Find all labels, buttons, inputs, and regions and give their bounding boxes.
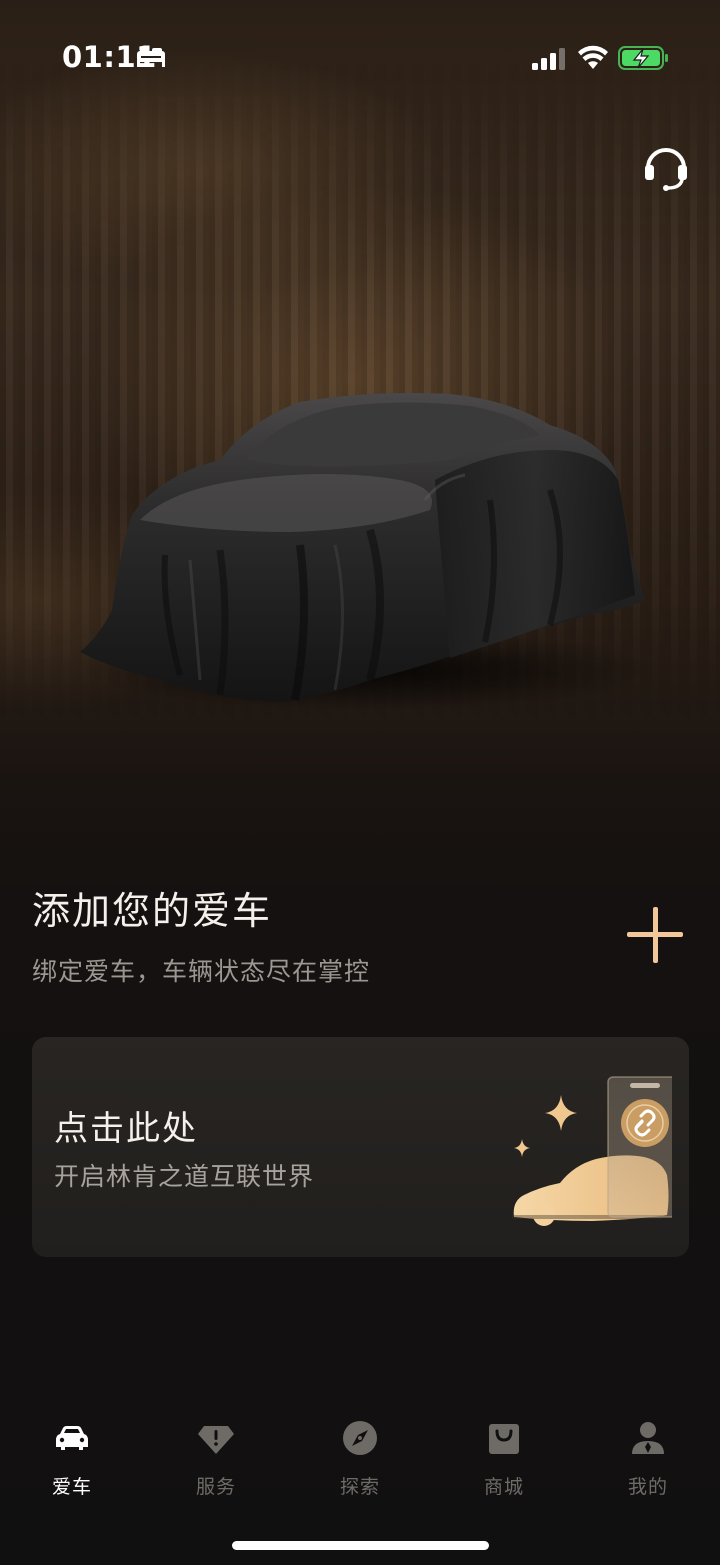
add-car-plus-icon[interactable] (622, 902, 688, 968)
car-icon (56, 1426, 88, 1450)
card-title: 点击此处 (54, 1109, 198, 1149)
add-car-subtitle: 绑定爱车，车辆状态尽在掌控 (32, 957, 371, 986)
tab-my-car[interactable]: 爱车 (22, 1410, 122, 1500)
tab-service[interactable]: 服务 (166, 1410, 266, 1500)
battery-charging-icon (618, 46, 668, 70)
bottom-tab-bar: 爱车 服务 探索 商城 我的 (0, 1410, 720, 1510)
add-car-title: 添加您的爱车 (32, 889, 273, 933)
tab-label: 服务 (195, 1476, 236, 1498)
app-screen: 01:11 添加您的爱车 绑定爱车，车辆状态尽在掌控 点击此处 开启林肯之道互联… (0, 0, 720, 1565)
headset-icon[interactable] (640, 140, 692, 192)
tab-mall[interactable]: 商城 (454, 1410, 554, 1500)
card-subtitle: 开启林肯之道互联世界 (54, 1162, 315, 1191)
tab-profile[interactable]: 我的 (598, 1410, 698, 1500)
compass-icon (343, 1421, 377, 1455)
connect-world-card[interactable]: 点击此处 开启林肯之道互联世界 (32, 1037, 689, 1257)
person-icon (632, 1422, 664, 1454)
tab-label: 探索 (339, 1476, 380, 1498)
wifi-icon (578, 45, 608, 69)
plus-vertical-bar (653, 907, 658, 963)
tab-label: 我的 (627, 1476, 668, 1498)
status-bar: 01:11 (0, 0, 720, 110)
covered-car-image (80, 393, 660, 710)
car-link-illustration (512, 1076, 672, 1226)
tab-explore[interactable]: 探索 (310, 1410, 410, 1500)
home-indicator[interactable] (232, 1541, 489, 1550)
cellular-signal-icon (532, 48, 565, 70)
sleep-focus-icon (137, 48, 165, 67)
diamond-icon (198, 1426, 234, 1454)
tab-label: 商城 (483, 1476, 524, 1498)
tab-label: 爱车 (51, 1476, 92, 1498)
shopping-bag-icon (489, 1424, 519, 1454)
